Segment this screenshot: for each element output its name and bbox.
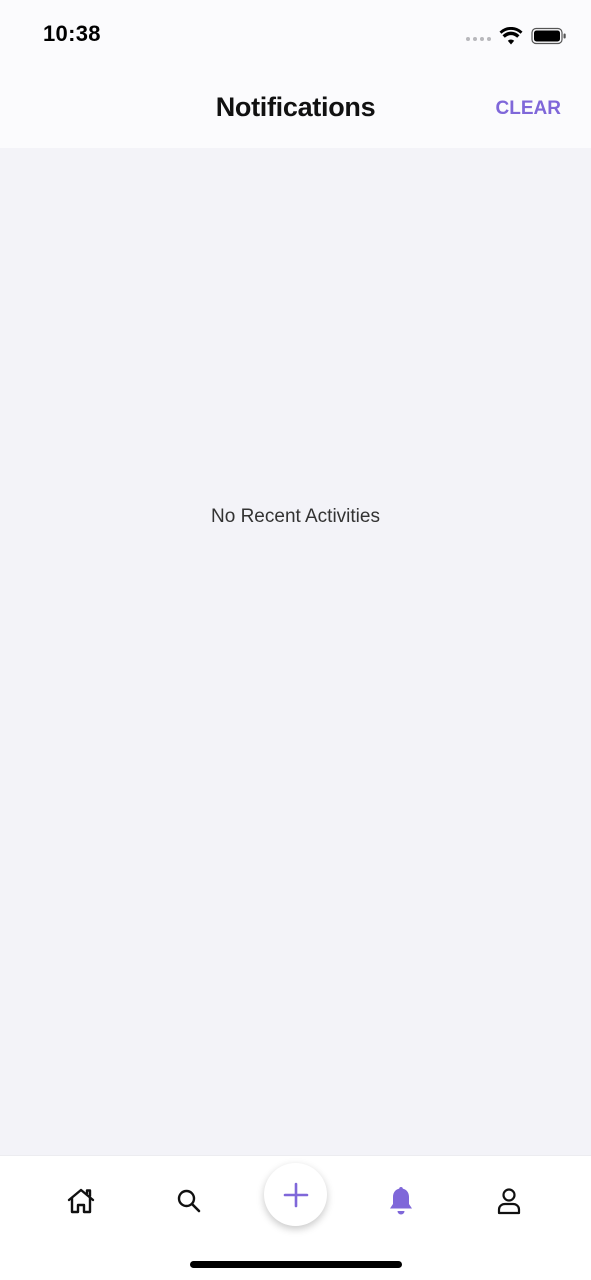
wifi-icon xyxy=(499,27,523,45)
cellular-signal-icon xyxy=(466,37,491,41)
navigation-header: Notifications CLEAR xyxy=(0,70,591,148)
tab-search[interactable] xyxy=(172,1184,206,1218)
empty-state-message: No Recent Activities xyxy=(211,506,380,527)
tab-profile[interactable] xyxy=(492,1184,526,1218)
status-bar: 10:38 xyxy=(0,0,591,70)
status-time: 10:38 xyxy=(43,21,101,46)
tab-bar xyxy=(0,1155,591,1280)
plus-icon xyxy=(283,1182,308,1207)
notifications-screen: 10:38 Notifications CLEAR No Recent Acti… xyxy=(0,0,591,1280)
status-indicators xyxy=(466,24,567,48)
clear-button[interactable]: CLEAR xyxy=(496,98,561,120)
tab-home[interactable] xyxy=(64,1184,98,1218)
tab-notifications[interactable] xyxy=(384,1184,418,1218)
bell-icon xyxy=(390,1187,412,1215)
notifications-list: No Recent Activities xyxy=(0,148,591,1155)
battery-icon xyxy=(531,27,566,45)
search-icon xyxy=(177,1189,201,1213)
user-icon xyxy=(497,1188,521,1215)
home-indicator xyxy=(190,1261,402,1268)
home-icon xyxy=(67,1188,95,1214)
create-button[interactable] xyxy=(264,1163,327,1226)
